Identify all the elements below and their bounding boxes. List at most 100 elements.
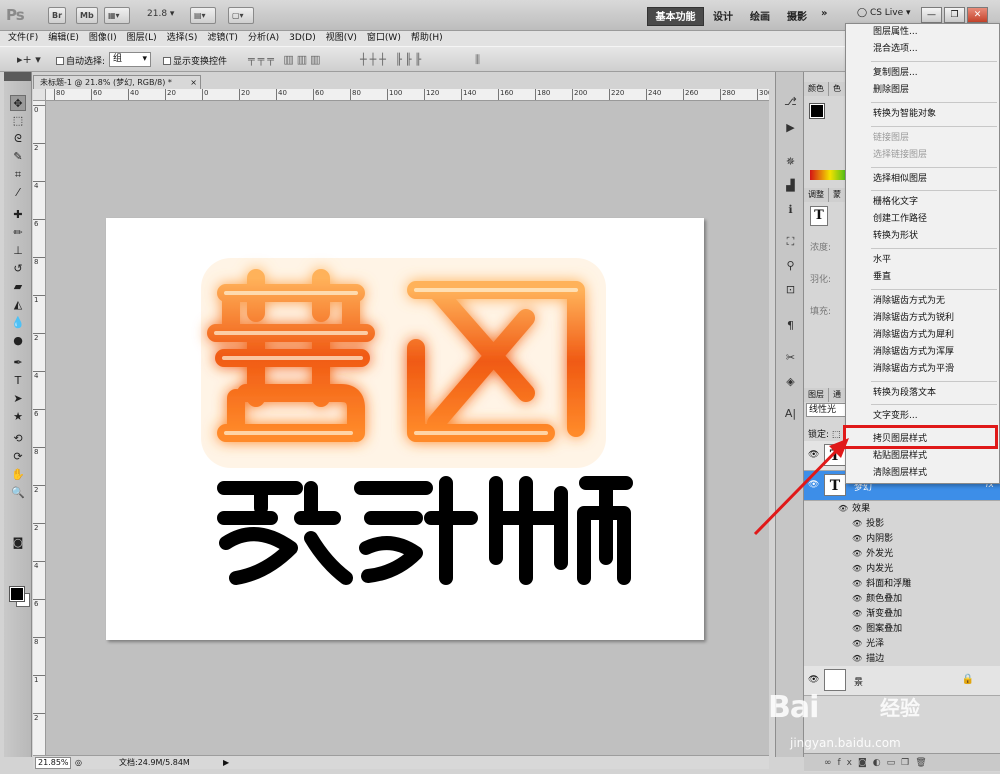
histogram-panel-icon[interactable]: ▟ — [782, 178, 799, 193]
actions-panel-icon[interactable]: ▶ — [782, 120, 799, 135]
masks-panel-icon[interactable]: ◈ — [782, 374, 799, 389]
zoom-level-select[interactable]: 21.8 ▾ — [147, 9, 174, 19]
add-mask-icon[interactable]: ◙ — [858, 758, 873, 768]
maximize-button[interactable]: ❐ — [944, 7, 965, 23]
context-menu-item[interactable]: 创建工作路径 — [873, 213, 927, 225]
horizontal-ruler[interactable]: 80 60 40 20 0 20 40 60 80 100 120 140 160 180 200 220 24… — [46, 89, 769, 101]
paint-bucket-tool-icon[interactable]: ◭ — [10, 297, 26, 313]
workspace-design-button[interactable]: 设计 — [713, 8, 733, 23]
menu-window[interactable]: 窗口(W) — [367, 31, 401, 46]
hand-tool-icon[interactable]: ✋ — [10, 467, 26, 483]
visibility-eye-icon[interactable]: 👁 — [852, 654, 862, 663]
shape-tool-icon[interactable]: ★ — [10, 409, 26, 425]
context-menu-item[interactable]: 垂直 — [873, 271, 891, 283]
tools-panel-header[interactable] — [4, 72, 31, 81]
menu-image[interactable]: 图像(I) — [89, 31, 117, 46]
visibility-eye-icon[interactable]: 👁 — [852, 594, 862, 603]
history-brush-tool-icon[interactable]: ↺ — [10, 261, 26, 277]
new-adjustment-icon[interactable]: ◐ — [873, 758, 887, 768]
tool-presets-panel-icon[interactable]: ⊡ — [782, 282, 799, 297]
screen-mode-button[interactable]: ▢▾ — [228, 7, 254, 24]
align-buttons-group[interactable]: ╤╤╤ ▥▥▥ — [248, 53, 324, 66]
status-info-icon[interactable]: ◎ — [75, 756, 82, 769]
menu-filter[interactable]: 滤镜(T) — [207, 31, 238, 46]
healing-brush-tool-icon[interactable]: ✚ — [10, 207, 26, 223]
menu-select[interactable]: 选择(S) — [167, 31, 198, 46]
context-menu-item[interactable]: 粘贴图层样式 — [873, 450, 927, 462]
eraser-tool-icon[interactable]: ▰ — [10, 279, 26, 295]
tab-channels[interactable]: 通 — [829, 388, 846, 402]
zoom-tool-icon[interactable]: 🔍 — [10, 485, 26, 501]
tab-masks[interactable]: 蒙 — [829, 188, 846, 202]
ruler-origin[interactable] — [33, 89, 46, 101]
3d-panel-icon[interactable]: ✂ — [782, 350, 799, 365]
effect-outer-glow[interactable]: 👁 外发光 — [852, 546, 893, 561]
effect-inner-glow[interactable]: 👁 内发光 — [852, 561, 893, 576]
document-tab[interactable]: 未标题-1 @ 21.8% (梦幻, RGB/8) * × — [33, 75, 201, 89]
new-layer-icon[interactable]: ❐ — [901, 758, 915, 768]
auto-select-checkbox[interactable]: 自动选择: — [56, 54, 105, 67]
new-group-icon[interactable]: ▭ — [887, 758, 902, 768]
pen-tool-icon[interactable]: ✒ — [10, 355, 26, 371]
workspace-painting-button[interactable]: 绘画 — [750, 8, 770, 23]
character-panel-icon[interactable]: A| — [782, 406, 799, 421]
3d-rotate-tool-icon[interactable]: ⟲ — [10, 431, 26, 447]
context-menu-item[interactable]: 消除锯齿方式为无 — [873, 295, 945, 307]
menu-analysis[interactable]: 分析(A) — [248, 31, 279, 46]
context-menu-item[interactable]: 水平 — [873, 254, 891, 266]
workspace-essentials-button[interactable]: 基本功能 — [647, 7, 704, 26]
menu-file[interactable]: 文件(F) — [8, 31, 38, 46]
close-button[interactable]: ✕ — [967, 7, 988, 23]
visibility-eye-icon[interactable]: 👁 — [808, 675, 819, 685]
visibility-eye-icon[interactable]: 👁 — [852, 564, 862, 573]
foreground-color-swatch[interactable] — [9, 586, 25, 602]
add-style-icon[interactable]: fx — [838, 758, 859, 768]
arrange-documents-button[interactable]: ▤▾ — [190, 7, 216, 24]
crop-tool-icon[interactable]: ⌗ — [10, 167, 26, 183]
effect-bevel-emboss[interactable]: 👁 斜面和浮雕 — [852, 576, 911, 591]
clone-source-panel-icon[interactable]: ⚲ — [782, 258, 799, 273]
view-extras-button[interactable]: ▦▾ — [104, 7, 130, 24]
menu-view[interactable]: 视图(V) — [326, 31, 357, 46]
delete-layer-icon[interactable]: 🗑 — [915, 758, 932, 768]
effect-stroke[interactable]: 👁 描边 — [852, 651, 884, 666]
context-menu-item[interactable]: 消除锯齿方式为平滑 — [873, 363, 954, 375]
link-layers-icon[interactable]: ∞ — [824, 758, 838, 768]
cs-live-button[interactable]: ◯ CS Live ▾ — [857, 8, 911, 18]
context-menu-item[interactable]: 复制图层... — [873, 67, 918, 79]
status-zoom-field[interactable]: 21.85% — [35, 757, 71, 769]
move-tool-icon[interactable]: ✥ — [10, 95, 26, 111]
context-menu-item[interactable]: 混合选项... — [873, 43, 918, 55]
quick-selection-tool-icon[interactable]: ✎ — [10, 149, 26, 165]
paragraph-panel-icon[interactable]: ¶ — [782, 318, 799, 333]
status-menu-arrow-icon[interactable]: ▶ — [223, 756, 229, 769]
effect-satin[interactable]: 👁 光泽 — [852, 636, 884, 651]
menu-layer[interactable]: 图层(L) — [127, 31, 157, 46]
clone-stamp-tool-icon[interactable]: ⊥ — [10, 243, 26, 259]
blur-tool-icon[interactable]: 💧 — [10, 315, 26, 331]
visibility-eye-icon[interactable]: 👁 — [852, 579, 862, 588]
context-menu-item[interactable]: 转换为段落文本 — [873, 387, 936, 399]
visibility-eye-icon[interactable]: 👁 — [852, 624, 862, 633]
brush-panel-icon[interactable]: ⛶ — [782, 234, 799, 249]
brush-tool-icon[interactable]: ✏ — [10, 225, 26, 241]
context-menu-item[interactable]: 删除图层 — [873, 84, 909, 96]
menu-edit[interactable]: 编辑(E) — [48, 31, 79, 46]
context-menu-item[interactable]: 转换为智能对象 — [873, 108, 936, 120]
history-panel-icon[interactable]: ⎇ — [782, 94, 799, 109]
effect-gradient-overlay[interactable]: 👁 渐变叠加 — [852, 606, 902, 621]
color-ramp[interactable] — [810, 170, 850, 180]
menu-help[interactable]: 帮助(H) — [411, 31, 443, 46]
context-menu-item[interactable]: 文字变形... — [873, 410, 918, 422]
context-menu-item[interactable]: 消除锯齿方式为锐利 — [873, 312, 954, 324]
color-panel-fg-swatch[interactable] — [809, 103, 825, 119]
more-workspaces-button[interactable]: » — [821, 8, 827, 19]
tab-layers[interactable]: 图层 — [804, 388, 829, 402]
auto-align-button[interactable]: ⫼ — [475, 53, 483, 67]
context-menu-item[interactable]: 图层属性... — [873, 26, 918, 38]
tool-preset-picker[interactable]: ▸+ ▾ — [17, 53, 41, 66]
show-transform-controls-checkbox[interactable]: 显示变换控件 — [163, 54, 227, 67]
close-document-icon[interactable]: × — [190, 76, 197, 89]
bridge-button[interactable]: Br — [48, 7, 67, 24]
mini-bridge-button[interactable]: Mb — [76, 7, 98, 24]
